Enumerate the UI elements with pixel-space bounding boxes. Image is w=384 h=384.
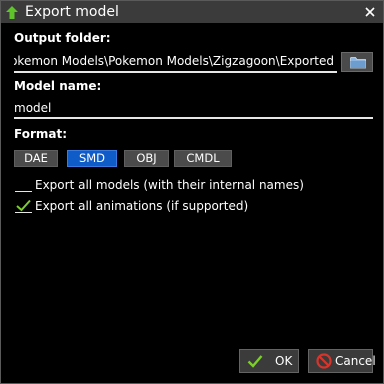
close-button[interactable] [359, 2, 381, 22]
output-folder-label: Output folder: [14, 31, 111, 45]
ok-button[interactable]: OK [239, 349, 299, 373]
model-name-value: model [14, 101, 52, 115]
output-folder-value: n\Pokemon Models\Pokemon Models\Zigzagoo… [14, 54, 334, 68]
title-bar[interactable]: Export model [1, 1, 383, 23]
green-up-arrow-icon [6, 6, 18, 19]
ok-label: OK [275, 354, 293, 368]
cancel-button[interactable]: Cancel [308, 349, 376, 373]
export-all-models-checkbox[interactable] [15, 178, 32, 192]
format-smd-button[interactable]: SMD [67, 150, 117, 167]
close-x-icon [365, 7, 375, 17]
export-all-models-label[interactable]: Export all models (with their internal n… [35, 178, 304, 192]
format-obj-button[interactable]: OBJ [124, 150, 169, 167]
checkmark-icon [247, 355, 263, 368]
format-cmdl-button[interactable]: CMDL [174, 150, 232, 167]
window-title: Export model [25, 4, 119, 20]
model-name-label: Model name: [14, 79, 102, 93]
export-model-dialog: Export model Output folder: n\Pokemon Mo… [0, 0, 384, 384]
format-label: Format: [14, 127, 68, 141]
format-dae-button[interactable]: DAE [14, 150, 58, 167]
cancel-label: Cancel [335, 354, 376, 368]
export-all-animations-label[interactable]: Export all animations (if supported) [35, 199, 248, 213]
output-folder-input[interactable]: n\Pokemon Models\Pokemon Models\Zigzagoo… [14, 51, 337, 73]
no-sign-icon [316, 353, 332, 369]
export-all-animations-checkbox[interactable] [15, 199, 32, 213]
browse-folder-button[interactable] [341, 52, 373, 72]
folder-icon [350, 57, 366, 69]
checkmark-icon [16, 199, 31, 212]
model-name-input[interactable]: model [14, 97, 373, 119]
